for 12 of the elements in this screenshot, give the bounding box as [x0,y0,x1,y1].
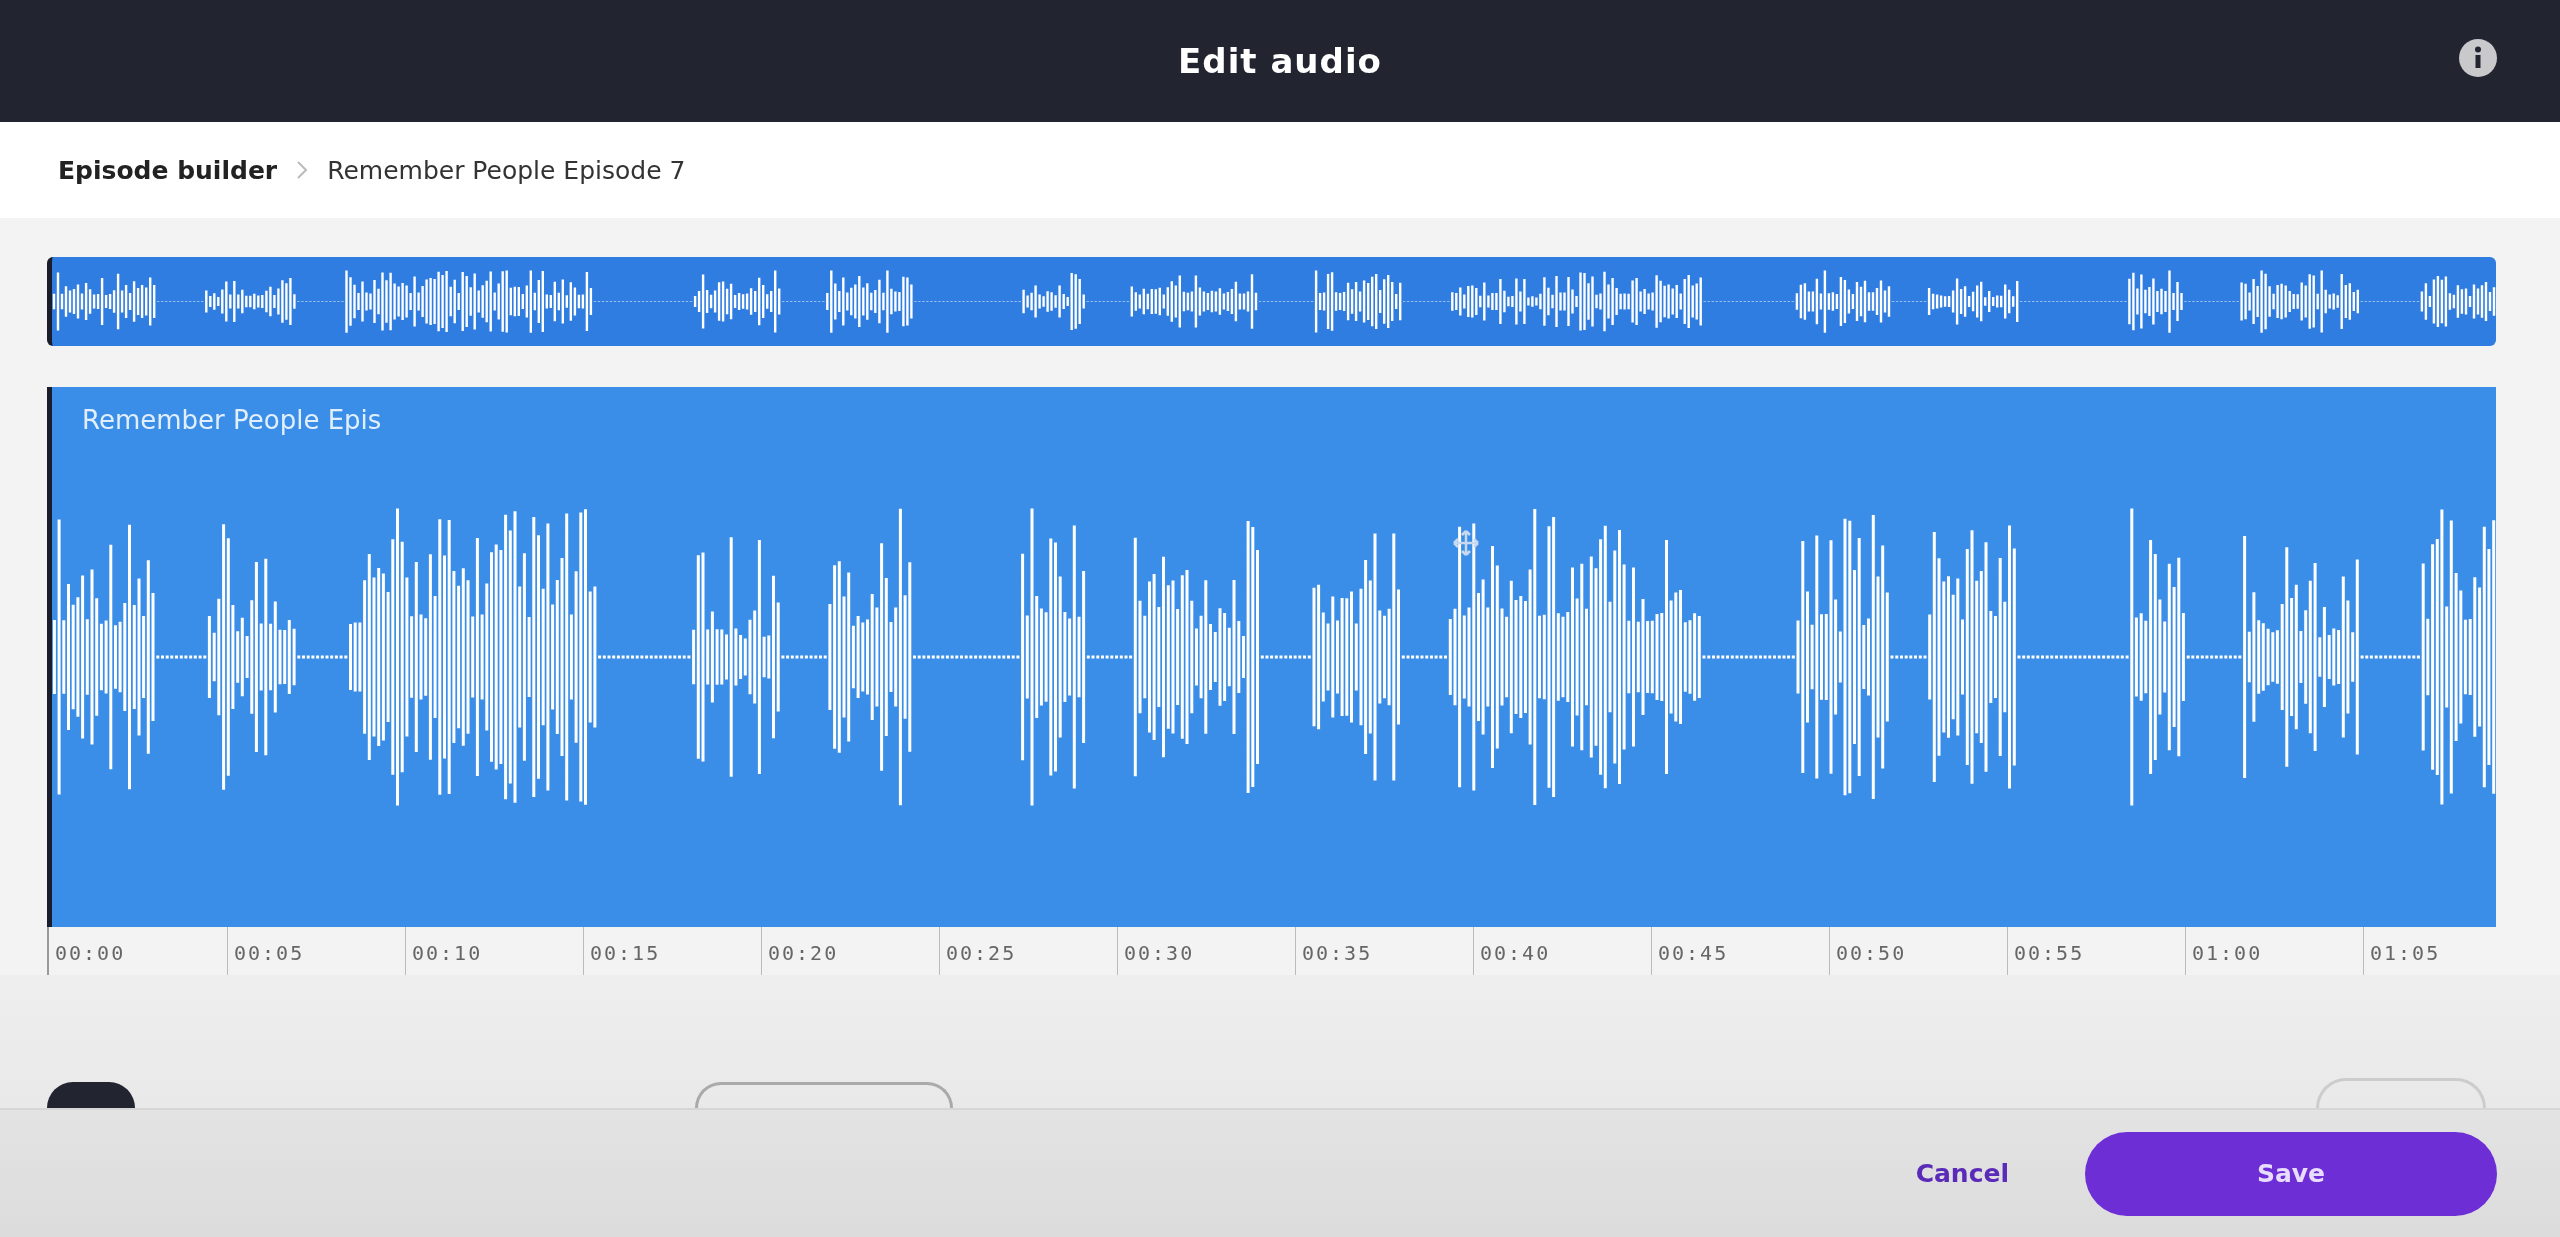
cancel-button[interactable]: Cancel [1909,1158,2015,1189]
save-button[interactable]: Save [2085,1131,2497,1216]
info-icon[interactable] [2458,38,2498,78]
round-button[interactable] [47,1082,135,1108]
overview-waveform-drawing[interactable] [47,257,2496,346]
breadcrumb-link[interactable]: Episode builder [58,155,278,185]
time-tick-label: 00:00 [54,940,127,967]
clip-label: Remember People Epis [82,405,382,435]
window-title: Edit audio [1178,41,1382,81]
move-cursor-icon [1452,529,1480,557]
breadcrumb-link[interactable]: Remember People Episode 7 [327,155,686,185]
chevron-icon [295,159,310,181]
